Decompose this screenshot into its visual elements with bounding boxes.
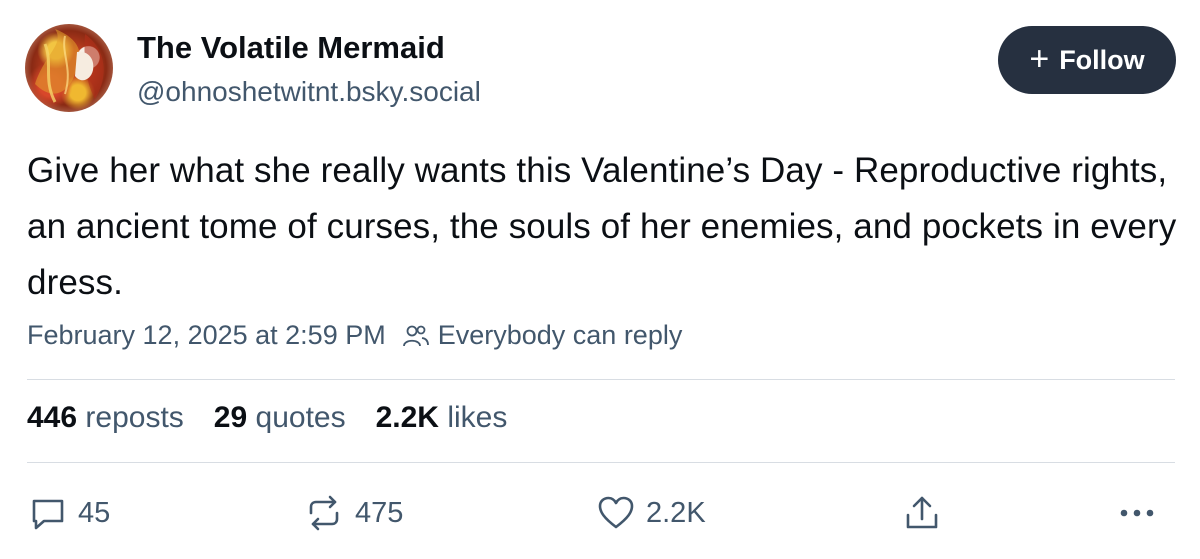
heart-icon [598,496,634,529]
plus-icon: + [1029,39,1050,78]
follow-button[interactable]: + Follow [998,26,1176,94]
like-button[interactable]: 2.2K [596,493,706,533]
post-meta: February 12, 2025 at 2:59 PM Everybody c… [27,320,682,351]
repost-button[interactable]: 475 [303,493,403,533]
reply-icon [32,499,64,530]
likes-label: likes [447,401,508,434]
reposts-label: reposts [85,401,184,434]
like-count: 2.2K [646,496,706,529]
repost-count: 475 [355,496,404,529]
quotes-label: quotes [255,401,346,434]
follow-button-label: Follow [1059,44,1145,75]
post-text: Give her what she really wants this Vale… [27,151,1177,302]
divider [27,379,1175,380]
divider [27,462,1175,463]
reposts-stat[interactable]: 446 reposts [27,401,184,435]
share-button[interactable] [902,493,942,533]
quotes-stat[interactable]: 29 quotes [214,401,346,435]
more-options-button[interactable] [1116,493,1160,533]
reply-setting: Everybody can reply [437,320,683,350]
people-icon [402,323,430,349]
reply-button[interactable]: 45 [28,493,110,533]
likes-stat[interactable]: 2.2K likes [376,401,508,435]
avatar-image [35,29,104,103]
author-display-name[interactable]: The Volatile Mermaid [137,30,445,66]
reposts-count: 446 [27,401,78,434]
likes-count: 2.2K [375,401,439,434]
share-icon [906,496,938,529]
reply-count: 45 [78,496,111,529]
quotes-count: 29 [213,401,248,434]
more-icon [1120,509,1154,517]
author-handle[interactable]: @ohnoshetwitnt.bsky.social [137,76,481,108]
post-timestamp[interactable]: February 12, 2025 at 2:59 PM [27,320,386,351]
repost-icon [309,495,339,531]
engagement-stats: 446 reposts 29 quotes 2.2K likes [27,401,507,435]
author-avatar[interactable] [25,24,113,112]
